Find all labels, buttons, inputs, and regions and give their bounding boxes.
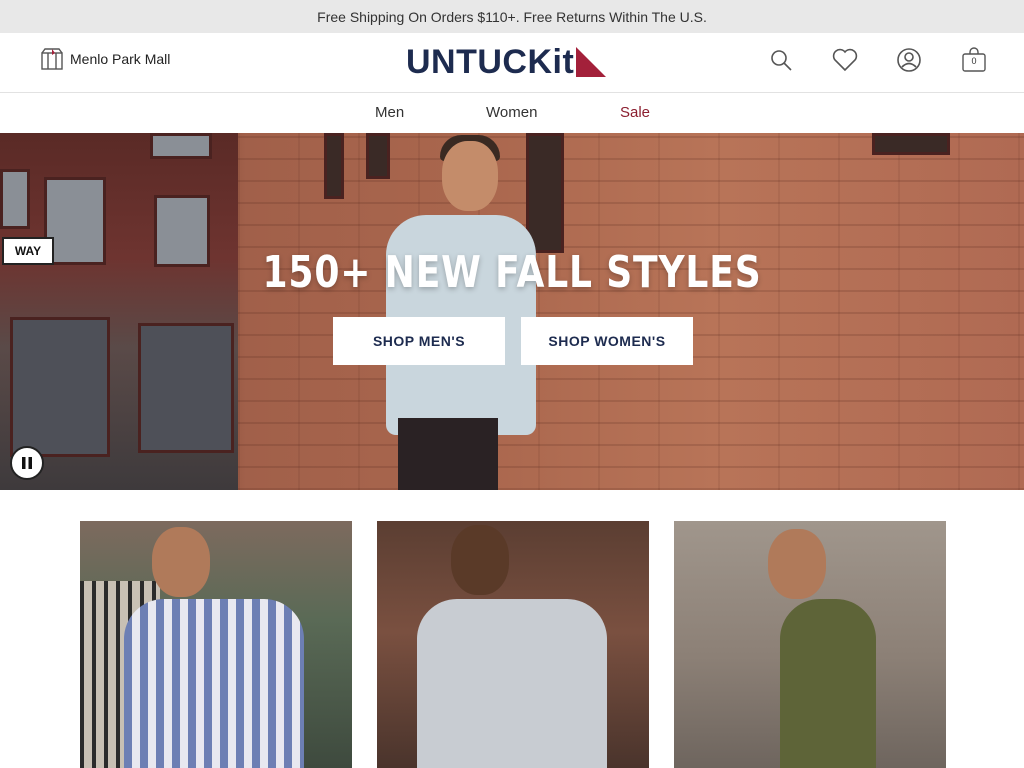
logo-text: UNTUCKit bbox=[406, 43, 575, 81]
bag-count: 0 bbox=[971, 56, 977, 66]
category-tile-2[interactable] bbox=[377, 521, 649, 768]
nav-women[interactable]: Women bbox=[486, 104, 537, 121]
pause-button[interactable] bbox=[10, 446, 44, 480]
shop-womens-button[interactable]: SHOP WOMEN'S bbox=[521, 317, 693, 365]
street-sign: WAY bbox=[2, 237, 54, 265]
store-icon bbox=[40, 47, 64, 71]
shop-mens-button[interactable]: SHOP MEN'S bbox=[333, 317, 505, 365]
category-tile-3[interactable] bbox=[674, 521, 946, 768]
bag-icon[interactable]: 0 bbox=[961, 47, 987, 73]
logo-flag-icon bbox=[576, 47, 607, 77]
account-icon[interactable] bbox=[896, 47, 922, 73]
pause-icon bbox=[22, 457, 32, 469]
untuckit-logo[interactable]: UNTUCKit bbox=[406, 43, 607, 81]
promo-text: Free Shipping On Orders $110+. Free Retu… bbox=[317, 8, 707, 25]
search-icon[interactable] bbox=[768, 47, 794, 73]
store-name: Menlo Park Mall bbox=[70, 51, 171, 67]
site-header: Menlo Park Mall UNTUCKit 0 bbox=[0, 33, 1024, 93]
nav-men[interactable]: Men bbox=[375, 104, 404, 121]
heart-icon[interactable] bbox=[832, 47, 858, 73]
hero-model-image bbox=[356, 133, 556, 490]
hero-building-image bbox=[0, 133, 238, 490]
category-tile-1[interactable] bbox=[80, 521, 352, 768]
nav-sale[interactable]: Sale bbox=[620, 104, 650, 121]
store-locator[interactable]: Menlo Park Mall bbox=[40, 47, 170, 71]
hero-title: 150+ NEW FALL STYLES bbox=[262, 247, 762, 298]
main-nav: Men Women Sale bbox=[0, 93, 1024, 133]
promo-banner: Free Shipping On Orders $110+. Free Retu… bbox=[0, 0, 1024, 33]
hero-banner: WAY 150+ NEW FALL STYLES SHOP MEN'S SHOP… bbox=[0, 133, 1024, 490]
category-tiles bbox=[0, 490, 1024, 768]
